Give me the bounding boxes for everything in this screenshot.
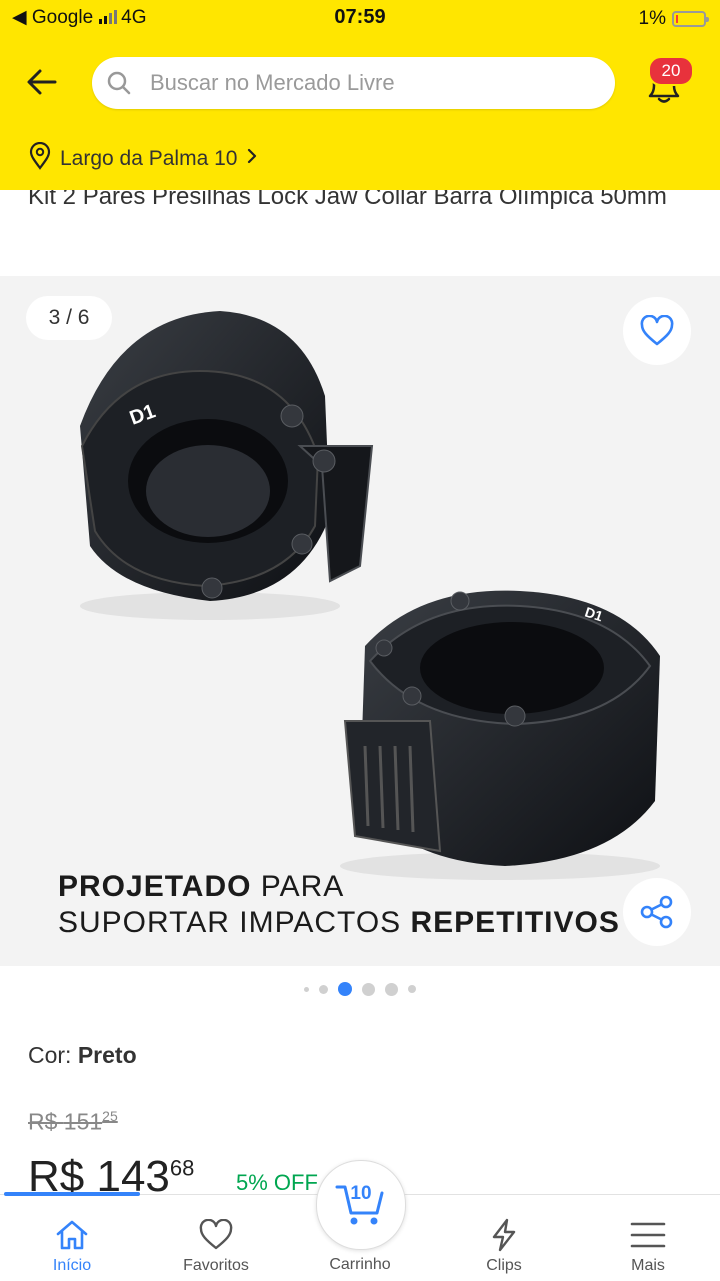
- nav-item-favoritos[interactable]: Favoritos: [144, 1195, 288, 1281]
- search-input[interactable]: Buscar no Mercado Livre: [92, 57, 615, 109]
- status-battery: 1%: [638, 6, 709, 32]
- app-header: ◀ Google 4G 07:59 1% Buscar no Mercado Li…: [0, 0, 720, 190]
- notifications-badge: 20: [648, 56, 694, 86]
- menu-icon: [628, 1215, 668, 1255]
- heart-icon: [196, 1215, 236, 1255]
- old-price: R$ 15125: [28, 1108, 118, 1136]
- pagination-dot: [408, 985, 416, 993]
- old-price-currency: R$: [28, 1108, 64, 1135]
- caption-rest-2: SUPORTAR IMPACTOS: [58, 906, 411, 939]
- nav-label-clips: Clips: [486, 1257, 522, 1274]
- variant-selector[interactable]: Cor: Preto: [28, 1042, 137, 1069]
- share-icon: [623, 878, 691, 946]
- back-arrow-icon[interactable]: [22, 62, 62, 102]
- cart-count-badge: 10: [350, 1183, 372, 1204]
- product-image-gallery[interactable]: D1 D1: [0, 276, 720, 966]
- price-cents: 68: [169, 1155, 195, 1181]
- chevron-right-icon: [245, 146, 259, 172]
- caption-rest-1: PARA: [251, 870, 345, 903]
- product-image: [80, 311, 660, 880]
- gallery-pagination: [0, 980, 720, 998]
- nav-label-inicio: Início: [52, 1257, 92, 1274]
- pagination-dot: [319, 984, 328, 994]
- scroll-indicator: [4, 1192, 140, 1196]
- pagination-dot-active: [338, 982, 352, 996]
- cart-button[interactable]: 10: [316, 1160, 406, 1250]
- gallery-caption-line1: PROJETADO PARA: [58, 870, 344, 904]
- location-selector[interactable]: Largo da Palma 10: [28, 141, 259, 176]
- pagination-dot: [304, 986, 309, 992]
- gallery-counter: 3 / 6: [26, 296, 112, 340]
- pagination-dot: [362, 982, 375, 996]
- status-time: 07:59: [334, 6, 386, 28]
- heart-icon: [623, 297, 691, 365]
- discount-badge: 5% OFF: [236, 1170, 318, 1195]
- old-price-cents: 25: [102, 1108, 118, 1124]
- search-icon: [106, 70, 132, 101]
- nav-label-mais: Mais: [631, 1257, 665, 1274]
- caption-bold-1: PROJETADO: [58, 870, 252, 903]
- search-placeholder: Buscar no Mercado Livre: [150, 70, 395, 95]
- variant-label: Cor:: [28, 1042, 78, 1068]
- home-icon: [52, 1215, 92, 1255]
- nav-item-clips[interactable]: Clips: [432, 1195, 576, 1281]
- battery-icon: [672, 11, 709, 27]
- location-label: Largo da Palma 10: [60, 147, 238, 170]
- gallery-caption-line2: SUPORTAR IMPACTOS REPETITIVOS: [58, 906, 620, 940]
- nav-item-mais[interactable]: Mais: [576, 1195, 720, 1281]
- lightning-icon: [484, 1215, 524, 1255]
- nav-item-inicio[interactable]: Início: [0, 1195, 144, 1281]
- favorite-button[interactable]: [623, 297, 691, 365]
- battery-percent: 1%: [638, 8, 666, 29]
- nav-label-favoritos: Favoritos: [183, 1257, 249, 1274]
- location-pin-icon: [28, 141, 52, 176]
- variant-value: Preto: [77, 1042, 137, 1068]
- share-button[interactable]: [623, 878, 691, 946]
- pagination-dot: [385, 982, 398, 996]
- caption-bold-2: REPETITIVOS: [410, 906, 620, 939]
- old-price-integer: 151: [63, 1108, 103, 1135]
- nav-label-carrinho: Carrinho: [329, 1256, 391, 1273]
